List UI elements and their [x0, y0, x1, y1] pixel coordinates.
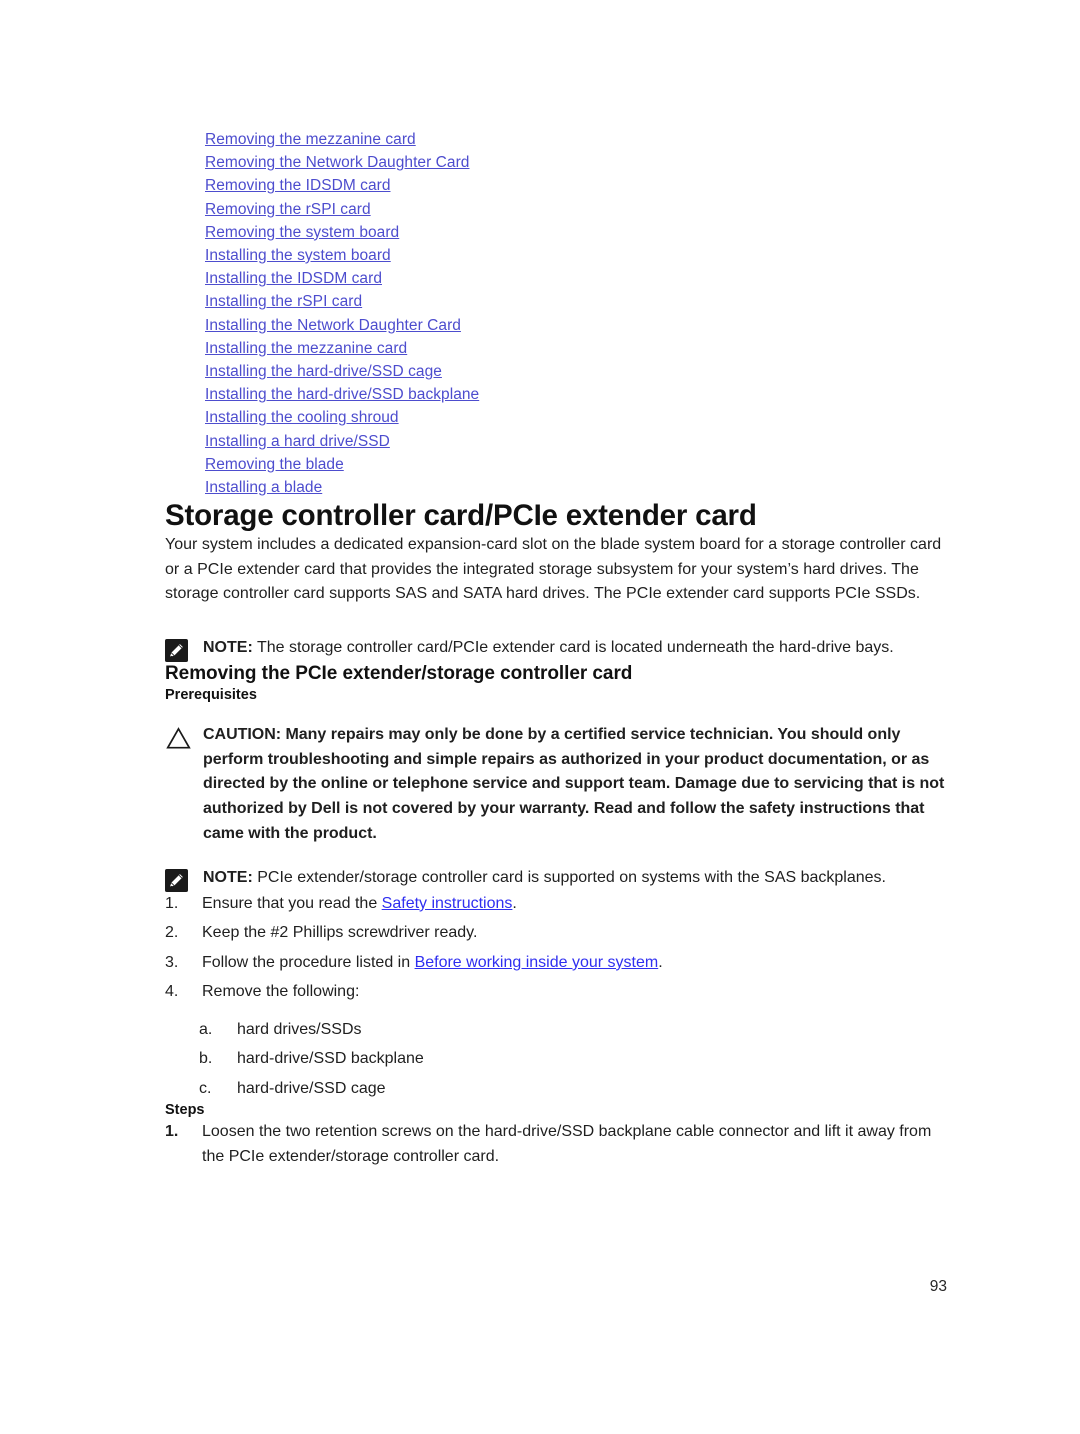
list-item: c. hard-drive/SSD cage: [199, 1077, 947, 1102]
list-item-text: Remove the following:: [202, 983, 360, 1001]
section-subtitle: Removing the PCIe extender/storage contr…: [165, 662, 633, 684]
steps-heading: Steps: [165, 1102, 205, 1119]
text-after-link: .: [658, 953, 663, 971]
list-item: Installing the system board: [205, 244, 947, 267]
list-item: Installing a blade: [205, 476, 947, 499]
note-pencil-icon: [165, 636, 203, 662]
related-link[interactable]: Installing the system board: [205, 247, 391, 264]
document-page: Removing the mezzanine card Removing the…: [0, 0, 1080, 1434]
related-link[interactable]: Installing the mezzanine card: [205, 340, 407, 357]
list-item: Removing the system board: [205, 221, 947, 244]
caution-label: CAUTION:: [203, 725, 282, 743]
related-link[interactable]: Installing the hard-drive/SSD cage: [205, 363, 442, 380]
list-item: Installing the hard-drive/SSD backplane: [205, 383, 947, 406]
related-link[interactable]: Installing the hard-drive/SSD backplane: [205, 386, 479, 403]
text-after-link: .: [512, 894, 517, 912]
note-block-1: NOTE: The storage controller card/PCIe e…: [165, 636, 947, 662]
list-item: Installing the Network Daughter Card: [205, 314, 947, 337]
list-item: Installing the rSPI card: [205, 290, 947, 313]
caution-body: Many repairs may only be done by a certi…: [203, 725, 945, 842]
list-item: 1. Ensure that you read the Safety instr…: [165, 892, 947, 917]
list-item-text: Ensure that you read the Safety instruct…: [202, 892, 947, 917]
related-link[interactable]: Removing the system board: [205, 224, 399, 241]
related-link[interactable]: Installing the IDSDM card: [205, 270, 382, 287]
note-label: NOTE:: [203, 868, 253, 886]
related-link[interactable]: Removing the Network Daughter Card: [205, 154, 469, 171]
note-label: NOTE:: [203, 638, 253, 656]
steps-list: 1. Loosen the two retention screws on th…: [165, 1120, 947, 1169]
note-block-2: NOTE: PCIe extender/storage controller c…: [165, 866, 947, 892]
related-link[interactable]: Removing the IDSDM card: [205, 177, 391, 194]
note-text-1: NOTE: The storage controller card/PCIe e…: [203, 636, 947, 661]
list-item-text: hard-drive/SSD backplane: [237, 1050, 424, 1068]
caution-block: CAUTION: Many repairs may only be done b…: [165, 723, 947, 847]
related-link[interactable]: Removing the rSPI card: [205, 201, 371, 218]
list-item-text: hard drives/SSDs: [237, 1020, 362, 1038]
related-link[interactable]: Removing the mezzanine card: [205, 131, 416, 148]
list-item: Removing the Network Daughter Card: [205, 151, 947, 174]
remove-sublist: a. hard drives/SSDs b. hard-drive/SSD ba…: [199, 1018, 947, 1102]
page-content: Removing the mezzanine card Removing the…: [165, 128, 947, 1169]
note-body: PCIe extender/storage controller card is…: [252, 868, 886, 886]
caution-triangle-icon: [165, 723, 203, 750]
list-item: Removing the mezzanine card: [205, 128, 947, 151]
related-links-list: Removing the mezzanine card Removing the…: [205, 128, 947, 499]
related-link[interactable]: Installing a hard drive/SSD: [205, 433, 390, 450]
list-item: 4. Remove the following:: [165, 980, 947, 1005]
before-working-inside-link[interactable]: Before working inside your system: [415, 954, 659, 971]
list-item: 3. Follow the procedure listed in Before…: [165, 951, 947, 976]
list-item: Removing the blade: [205, 453, 947, 476]
safety-instructions-link[interactable]: Safety instructions: [382, 895, 513, 912]
note-body: The storage controller card/PCIe extende…: [252, 638, 894, 656]
text-before-link: Ensure that you read the: [202, 894, 382, 912]
list-marker: b.: [199, 1050, 213, 1068]
caution-text: CAUTION: Many repairs may only be done b…: [203, 723, 947, 847]
related-link[interactable]: Installing the Network Daughter Card: [205, 317, 461, 334]
related-link[interactable]: Installing the cooling shroud: [205, 409, 399, 426]
list-item: b. hard-drive/SSD backplane: [199, 1047, 947, 1072]
related-link[interactable]: Removing the blade: [205, 456, 344, 473]
list-item-text: hard-drive/SSD cage: [237, 1079, 386, 1097]
prerequisites-heading: Prerequisites: [165, 686, 257, 703]
list-item: Removing the IDSDM card: [205, 174, 947, 197]
page-title: Storage controller card/PCIe extender ca…: [165, 499, 757, 533]
list-marker: c.: [199, 1079, 212, 1097]
note-pencil-icon: [165, 866, 203, 892]
list-item: a. hard drives/SSDs: [199, 1018, 947, 1043]
list-item: Installing the mezzanine card: [205, 337, 947, 360]
list-item: Installing the hard-drive/SSD cage: [205, 360, 947, 383]
list-item: Installing the IDSDM card: [205, 267, 947, 290]
list-item: 1. Loosen the two retention screws on th…: [165, 1120, 947, 1169]
list-item: Installing a hard drive/SSD: [205, 430, 947, 453]
list-marker: 1.: [165, 894, 179, 912]
related-link[interactable]: Installing a blade: [205, 479, 322, 496]
list-marker: 2.: [165, 924, 179, 942]
list-item: Installing the cooling shroud: [205, 406, 947, 429]
note-text-2: NOTE: PCIe extender/storage controller c…: [203, 866, 947, 891]
list-marker: a.: [199, 1020, 213, 1038]
list-item-text: Keep the #2 Phillips screwdriver ready.: [202, 924, 478, 942]
list-item-text: Follow the procedure listed in Before wo…: [202, 951, 947, 976]
list-marker: 1.: [165, 1123, 179, 1141]
related-link[interactable]: Installing the rSPI card: [205, 293, 362, 310]
page-number: 93: [929, 1278, 947, 1295]
list-item-text: Loosen the two retention screws on the h…: [202, 1123, 932, 1165]
intro-paragraph: Your system includes a dedicated expansi…: [165, 536, 942, 603]
list-marker: 3.: [165, 953, 179, 971]
list-marker: 4.: [165, 983, 179, 1001]
prerequisites-list: 1. Ensure that you read the Safety instr…: [165, 892, 947, 1005]
text-before-link: Follow the procedure listed in: [202, 953, 415, 971]
list-item: 2. Keep the #2 Phillips screwdriver read…: [165, 921, 947, 946]
list-item: Removing the rSPI card: [205, 198, 947, 221]
